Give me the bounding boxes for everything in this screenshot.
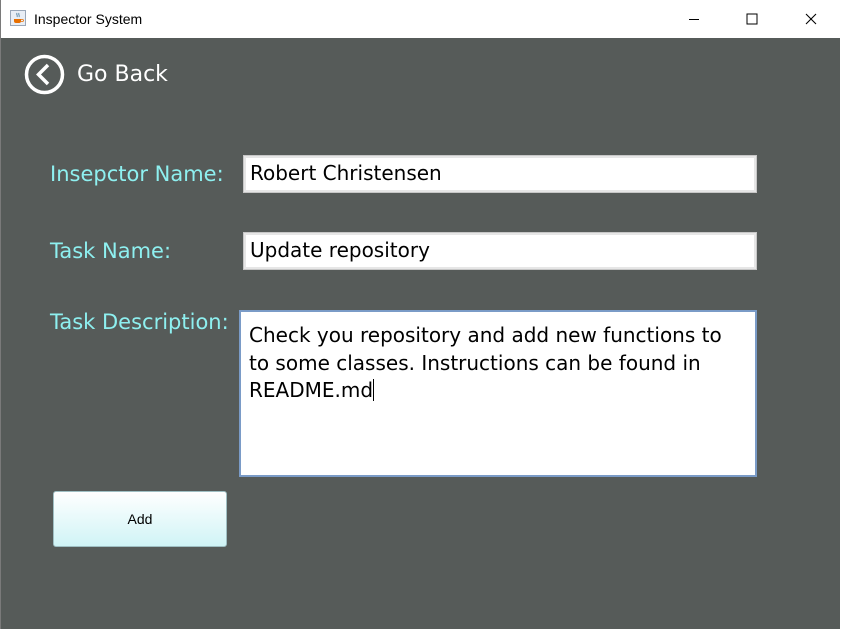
app-window: Inspector System Go Back Insepctor Name:… [0,0,841,629]
java-cup-icon [10,10,26,26]
add-button[interactable]: Add [53,491,227,547]
close-button[interactable] [782,0,840,38]
task-description-text: Check you repository and add new functio… [249,323,722,402]
task-description-textarea[interactable]: Check you repository and add new functio… [239,310,757,477]
minimize-button[interactable] [665,0,723,38]
text-caret [373,379,375,401]
title-bar[interactable]: Inspector System [1,0,841,38]
chevron-left-circle-icon [24,54,65,95]
minimize-icon [689,19,699,20]
window-title: Inspector System [34,11,143,27]
maximize-icon [746,13,758,25]
go-back-button[interactable]: Go Back [24,54,168,95]
add-button-label: Add [127,511,153,527]
inspector-name-label: Insepctor Name: [50,162,224,186]
task-name-field[interactable]: Update repository [243,232,757,270]
inspector-name-field[interactable]: Robert Christensen [243,155,757,193]
main-panel: Go Back Insepctor Name: Robert Christens… [1,38,840,629]
task-description-label: Task Description: [50,310,229,334]
task-name-label: Task Name: [50,239,172,263]
close-icon [805,13,817,25]
maximize-button[interactable] [723,0,781,38]
go-back-label: Go Back [77,62,168,87]
